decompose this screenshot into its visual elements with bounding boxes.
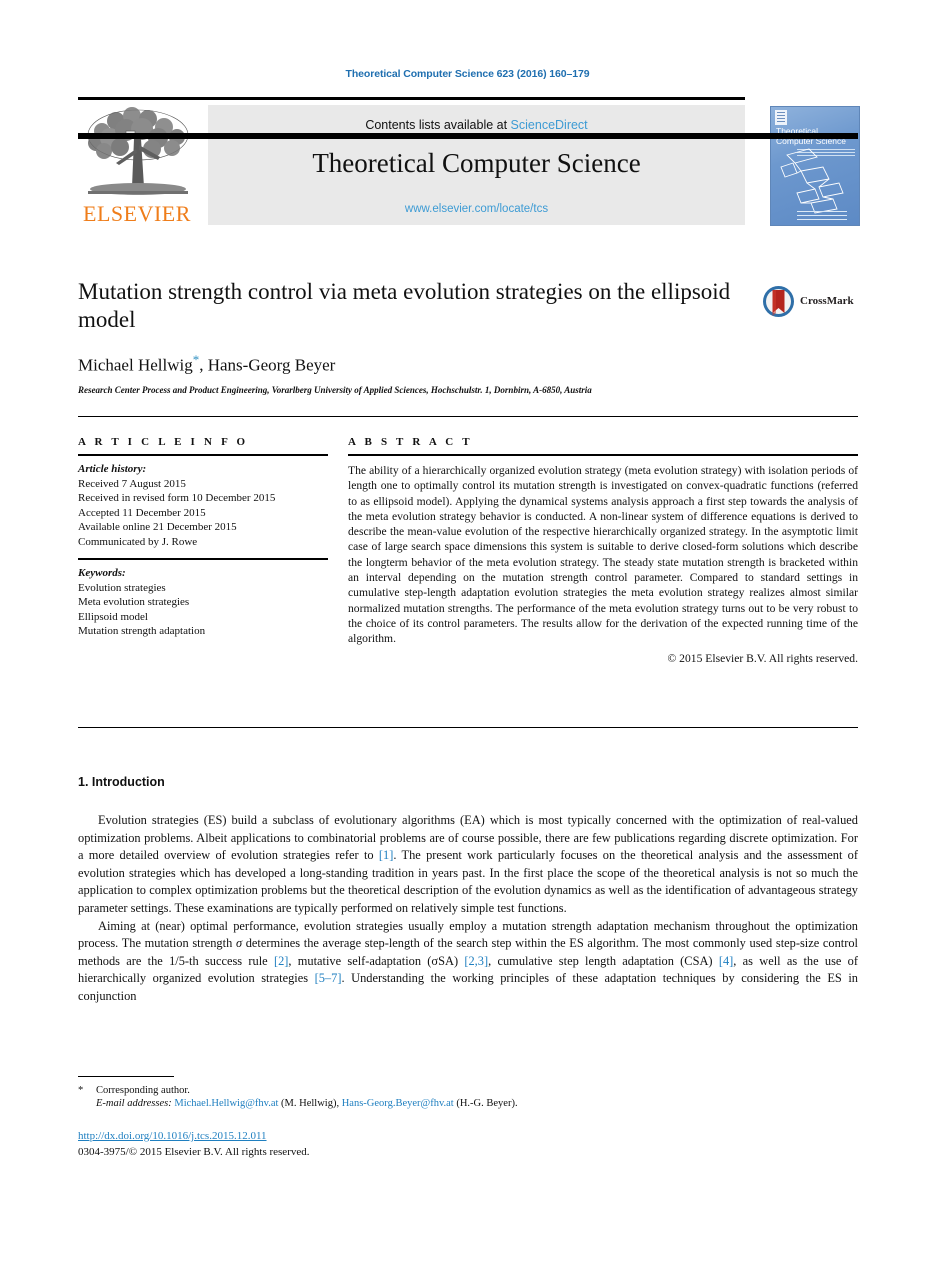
history-item: Received in revised form 10 December 201… — [78, 492, 276, 504]
paragraph-2-part-c: , mutative self-adaptation (σSA) — [288, 953, 465, 968]
paragraph-2: Aiming at (near) optimal performance, ev… — [78, 918, 858, 1006]
author-list: Michael Hellwig*, Hans-Georg Beyer — [78, 352, 778, 376]
author-primary: Michael Hellwig — [78, 355, 193, 375]
corresponding-author-note: * Corresponding author. — [78, 1084, 778, 1098]
email-link-1[interactable]: Michael.Hellwig@fhv.at — [174, 1098, 278, 1109]
email-addresses-line: E-mail addresses: Michael.Hellwig@fhv.at… — [96, 1098, 836, 1109]
email-owner-2: (H.-G. Beyer). — [453, 1098, 518, 1109]
citation-ref-5-7[interactable]: [5–7] — [315, 971, 342, 985]
section-heading-introduction: 1. Introduction — [78, 775, 165, 789]
citation-ref-2-3[interactable]: [2,3] — [464, 954, 488, 968]
footnote-rule — [78, 1076, 174, 1077]
email-owner-1: (M. Hellwig), — [278, 1098, 342, 1109]
abstract-heading: A B S T R A C T — [348, 436, 473, 448]
citation-ref-2[interactable]: [2] — [274, 954, 288, 968]
elsevier-wordmark: ELSEVIER — [83, 201, 191, 226]
cover-logo-icon — [775, 110, 787, 125]
article-info-heading-rule — [78, 454, 328, 456]
article-info-column: A R T I C L E I N F O Article history: R… — [78, 436, 328, 639]
abstract-heading-rule — [348, 454, 858, 456]
elsevier-tree-icon — [87, 107, 189, 195]
history-item: Communicated by J. Rowe — [78, 535, 198, 548]
keyword-item: Ellipsoid model — [78, 610, 148, 623]
corresponding-author-text: Corresponding author. — [96, 1085, 190, 1096]
citation-ref-4[interactable]: [4] — [719, 954, 733, 968]
abstract-column: A B S T R A C T The ability of a hierarc… — [348, 436, 858, 665]
history-item: Received 7 August 2015 — [78, 477, 186, 490]
contents-lists-line: Contents lists available at ScienceDirec… — [208, 118, 745, 132]
masthead-bottom-rule — [78, 133, 858, 139]
journal-name: Theoretical Computer Science — [312, 148, 641, 178]
cover-polygon-graphic — [780, 148, 844, 214]
author-secondary: , Hans-Georg Beyer — [199, 355, 336, 375]
sciencedirect-link[interactable]: ScienceDirect — [511, 118, 588, 132]
doi-link[interactable]: http://dx.doi.org/10.1016/j.tcs.2015.12.… — [78, 1130, 267, 1142]
journal-cover-thumbnail: Theoretical Computer Science — [770, 106, 860, 226]
keyword-item: Mutation strength adaptation — [78, 625, 206, 637]
article-info-heading: A R T I C L E I N F O — [78, 436, 249, 448]
page-title: Mutation strength control via meta evolu… — [78, 279, 731, 332]
issn-copyright-line: 0304-3975/© 2015 Elsevier B.V. All right… — [78, 1146, 310, 1158]
paragraph-2-part-d: , cumulative step length adaptation (CSA… — [488, 953, 719, 968]
abstract-text: The ability of a hierarchically organize… — [348, 464, 858, 646]
body-content: Evolution strategies (ES) build a subcla… — [78, 812, 858, 1006]
info-section-top-rule — [78, 416, 858, 417]
affiliation: Research Center Process and Product Engi… — [78, 385, 592, 395]
journal-url-link[interactable]: www.elsevier.com/locate/tcs — [208, 203, 745, 215]
keywords-group: Keywords: Evolution strategies Meta evol… — [78, 566, 328, 639]
contents-prefix: Contents lists available at — [365, 118, 511, 132]
info-section-bottom-rule — [78, 727, 858, 728]
article-history-group: Article history: Received 7 August 2015 … — [78, 462, 328, 549]
keywords-divider-rule — [78, 558, 328, 560]
contents-band: Contents lists available at ScienceDirec… — [208, 105, 745, 225]
masthead-top-rule — [78, 97, 745, 100]
email-link-2[interactable]: Hans-Georg.Beyer@fhv.at — [342, 1098, 454, 1109]
article-history-label: Article history: — [78, 463, 147, 475]
abstract-copyright: © 2015 Elsevier B.V. All rights reserved… — [667, 651, 858, 665]
footnote-star: * — [78, 1085, 84, 1096]
paper-page: Theoretical Computer Science 623 (2016) … — [0, 0, 935, 1266]
crossmark-badge-group[interactable]: CrossMark — [762, 285, 862, 319]
cover-footer-lines — [797, 211, 847, 220]
elsevier-logo: ELSEVIER — [78, 105, 196, 227]
crossmark-label: CrossMark — [800, 295, 854, 307]
crossmark-icon[interactable] — [762, 285, 795, 318]
running-head: Theoretical Computer Science 623 (2016) … — [345, 68, 590, 80]
keywords-label: Keywords: — [78, 567, 126, 579]
keyword-item: Evolution strategies — [78, 581, 166, 594]
journal-masthead: ELSEVIER Contents lists available at Sci… — [78, 97, 858, 229]
title-block: Mutation strength control via meta evolu… — [78, 278, 738, 334]
email-label: E-mail addresses: — [96, 1098, 172, 1109]
citation-ref-1[interactable]: [1] — [379, 848, 393, 862]
history-item: Available online 21 December 2015 — [78, 521, 237, 533]
paragraph-1: Evolution strategies (ES) build a subcla… — [78, 812, 858, 918]
keyword-item: Meta evolution strategies — [78, 596, 190, 608]
history-item: Accepted 11 December 2015 — [78, 506, 206, 519]
